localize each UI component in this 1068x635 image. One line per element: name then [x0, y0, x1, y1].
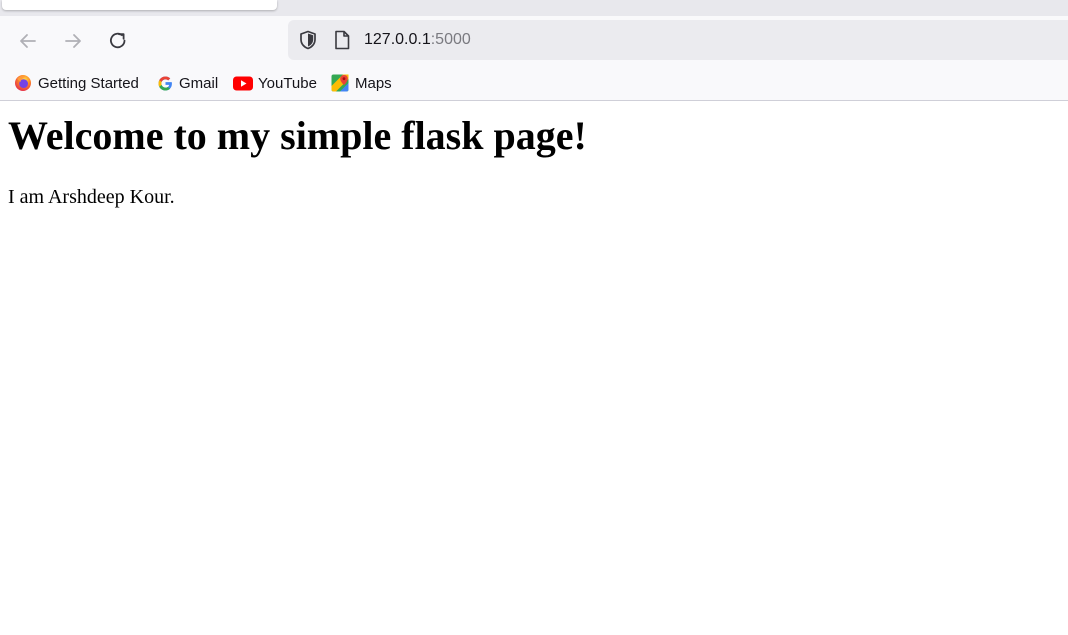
arrow-left-icon [20, 34, 36, 48]
page-heading: Welcome to my simple flask page! [8, 113, 587, 158]
reload-button[interactable] [102, 25, 134, 57]
bookmarks-toolbar: Getting Started Gmail YouTube Maps [0, 66, 1068, 101]
url-text[interactable]: 127.0.0.1:5000 [364, 30, 471, 50]
page-paragraph: I am Arshdeep Kour. [8, 186, 175, 208]
firefox-icon [14, 74, 32, 92]
maps-icon [331, 74, 349, 92]
bookmark-label: YouTube [258, 74, 317, 92]
back-button[interactable] [12, 25, 44, 57]
navigation-toolbar: 127.0.0.1:5000 [0, 16, 1068, 66]
bookmark-label: Gmail [179, 74, 219, 92]
bookmark-label: Getting Started [38, 74, 139, 92]
arrow-right-icon [65, 34, 81, 48]
reload-icon [110, 32, 126, 49]
bookmark-gmail[interactable]: Gmail [156, 73, 218, 93]
tab-strip [0, 0, 1068, 16]
bookmark-label: Maps [355, 74, 392, 92]
page-content: Welcome to my simple flask page! I am Ar… [0, 101, 1068, 635]
address-bar[interactable]: 127.0.0.1:5000 [288, 20, 1068, 60]
active-tab[interactable] [2, 0, 277, 10]
page-icon[interactable] [333, 30, 351, 50]
url-port: :5000 [430, 31, 471, 48]
shield-icon[interactable] [297, 29, 319, 51]
forward-button[interactable] [57, 25, 89, 57]
url-host: 127.0.0.1 [364, 31, 431, 48]
google-icon [156, 74, 174, 92]
bookmark-getting-started[interactable]: Getting Started [14, 73, 139, 93]
bookmark-maps[interactable]: Maps [331, 73, 392, 93]
bookmark-youtube[interactable]: YouTube [233, 73, 317, 93]
youtube-icon [233, 74, 253, 92]
